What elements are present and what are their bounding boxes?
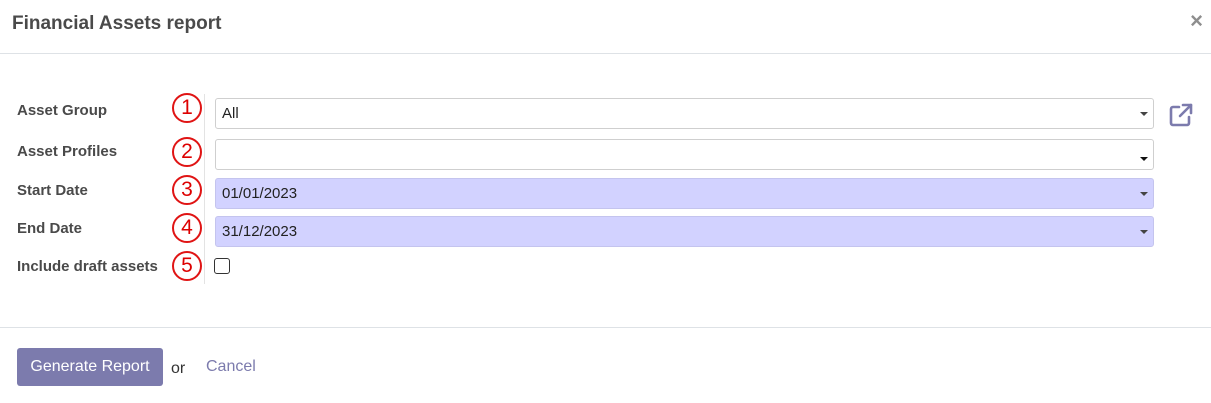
form-divider [204, 94, 205, 284]
asset-group-select[interactable]: All [215, 98, 1154, 129]
chevron-down-icon [1140, 112, 1148, 116]
asset-profiles-label: Asset Profiles [17, 143, 118, 160]
dialog-header: Financial Assets report × [0, 0, 1211, 54]
close-icon[interactable]: × [1190, 10, 1203, 32]
include-draft-checkbox[interactable] [214, 258, 230, 274]
annotation-marker-3: 3 [172, 175, 202, 205]
end-date-value: 31/12/2023 [222, 223, 298, 240]
chevron-down-icon [1140, 230, 1148, 234]
annotation-marker-5: 5 [172, 251, 202, 281]
dialog-title: Financial Assets report [12, 13, 222, 34]
start-date-label: Start Date [17, 182, 88, 199]
start-date-input[interactable]: 01/01/2023 [215, 178, 1154, 209]
or-text: or [171, 360, 186, 377]
chevron-down-icon [1140, 157, 1148, 161]
asset-profiles-select[interactable] [215, 139, 1154, 170]
asset-group-label: Asset Group [17, 102, 108, 119]
annotation-marker-4: 4 [172, 213, 202, 243]
start-date-value: 01/01/2023 [222, 185, 298, 202]
footer-divider [0, 327, 1211, 328]
annotation-marker-1: 1 [172, 93, 202, 123]
annotation-marker-2: 2 [172, 137, 202, 167]
external-link-icon[interactable] [1168, 102, 1194, 128]
chevron-down-icon [1140, 192, 1148, 196]
generate-report-button[interactable]: Generate Report [17, 348, 163, 386]
cancel-link[interactable]: Cancel [206, 358, 256, 376]
end-date-input[interactable]: 31/12/2023 [215, 216, 1154, 247]
end-date-label: End Date [17, 220, 83, 237]
include-draft-label: Include draft assets [17, 258, 158, 275]
asset-group-value: All [222, 105, 239, 122]
